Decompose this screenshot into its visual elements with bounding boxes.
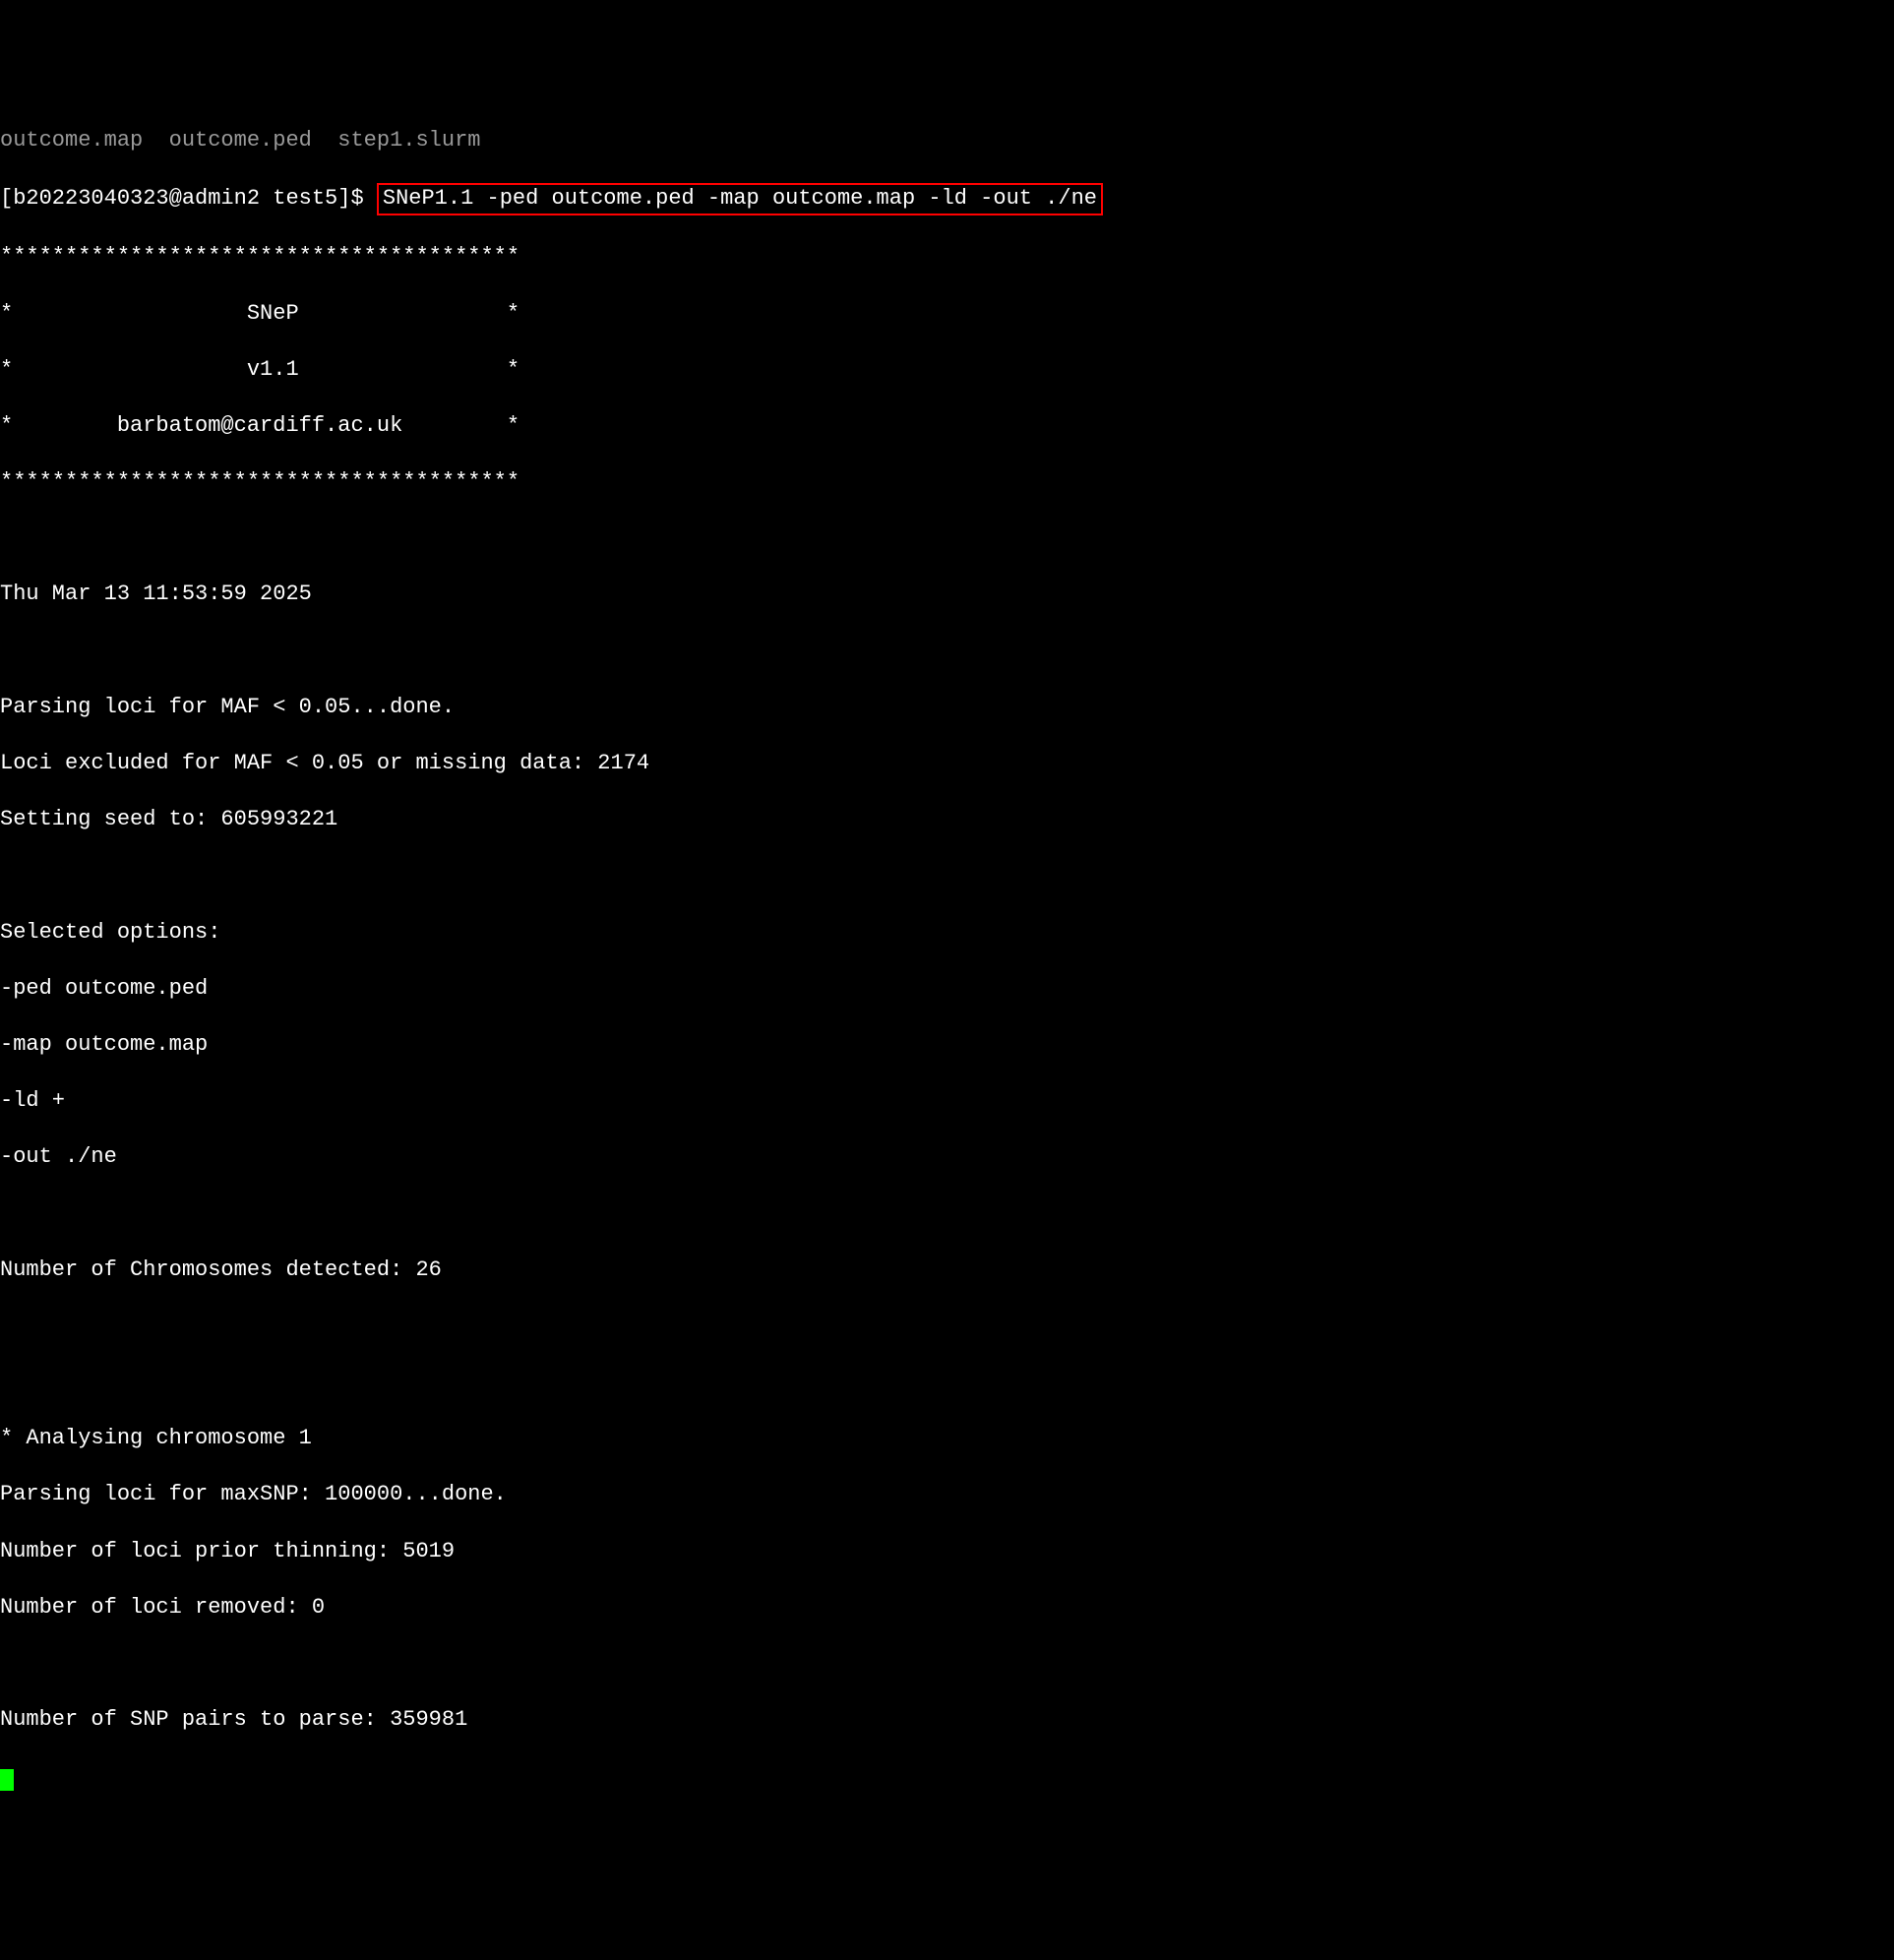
banner-line-email: * barbatom@cardiff.ac.uk *: [0, 412, 1894, 441]
chromosomes-line: Number of Chromosomes detected: 26: [0, 1256, 1894, 1285]
partial-previous-line: outcome.map outcome.ped step1.slurm: [0, 127, 1894, 155]
loci-removed-line: Number of loci removed: 0: [0, 1594, 1894, 1623]
selected-options-header: Selected options:: [0, 919, 1894, 948]
blank-line: [0, 1650, 1894, 1679]
command-text[interactable]: SNeP1.1 -ped outcome.ped -map outcome.ma…: [383, 186, 1097, 211]
terminal-cursor: [0, 1769, 14, 1791]
banner-line-top: ****************************************: [0, 243, 1894, 272]
command-highlight-box: SNeP1.1 -ped outcome.ped -map outcome.ma…: [377, 183, 1103, 215]
prompt-line: [b20223040323@admin2 test5]$ SNeP1.1 -pe…: [0, 183, 1894, 215]
blank-line: [0, 862, 1894, 890]
banner-line-bottom: ****************************************: [0, 468, 1894, 497]
parsing-maxsnp-line: Parsing loci for maxSNP: 100000...done.: [0, 1481, 1894, 1509]
parsing-maf-line: Parsing loci for MAF < 0.05...done.: [0, 694, 1894, 722]
blank-line: [0, 1369, 1894, 1397]
blank-line: [0, 1313, 1894, 1341]
analysing-line: * Analysing chromosome 1: [0, 1425, 1894, 1453]
blank-line: [0, 638, 1894, 666]
option-out-line: -out ./ne: [0, 1143, 1894, 1172]
option-ped-line: -ped outcome.ped: [0, 975, 1894, 1004]
shell-prompt: [b20223040323@admin2 test5]$: [0, 186, 377, 211]
banner-line-version: * v1.1 *: [0, 356, 1894, 385]
option-map-line: -map outcome.map: [0, 1031, 1894, 1060]
cursor-line: [0, 1762, 1894, 1791]
loci-prior-line: Number of loci prior thinning: 5019: [0, 1538, 1894, 1566]
banner-line-name: * SNeP *: [0, 300, 1894, 329]
blank-line: [0, 524, 1894, 553]
terminal-window[interactable]: outcome.map outcome.ped step1.slurm [b20…: [0, 112, 1894, 1818]
option-ld-line: -ld +: [0, 1087, 1894, 1116]
seed-line: Setting seed to: 605993221: [0, 806, 1894, 834]
blank-line: [0, 1200, 1894, 1229]
loci-excluded-line: Loci excluded for MAF < 0.05 or missing …: [0, 750, 1894, 778]
snp-pairs-line: Number of SNP pairs to parse: 359981: [0, 1706, 1894, 1735]
timestamp-line: Thu Mar 13 11:53:59 2025: [0, 581, 1894, 609]
